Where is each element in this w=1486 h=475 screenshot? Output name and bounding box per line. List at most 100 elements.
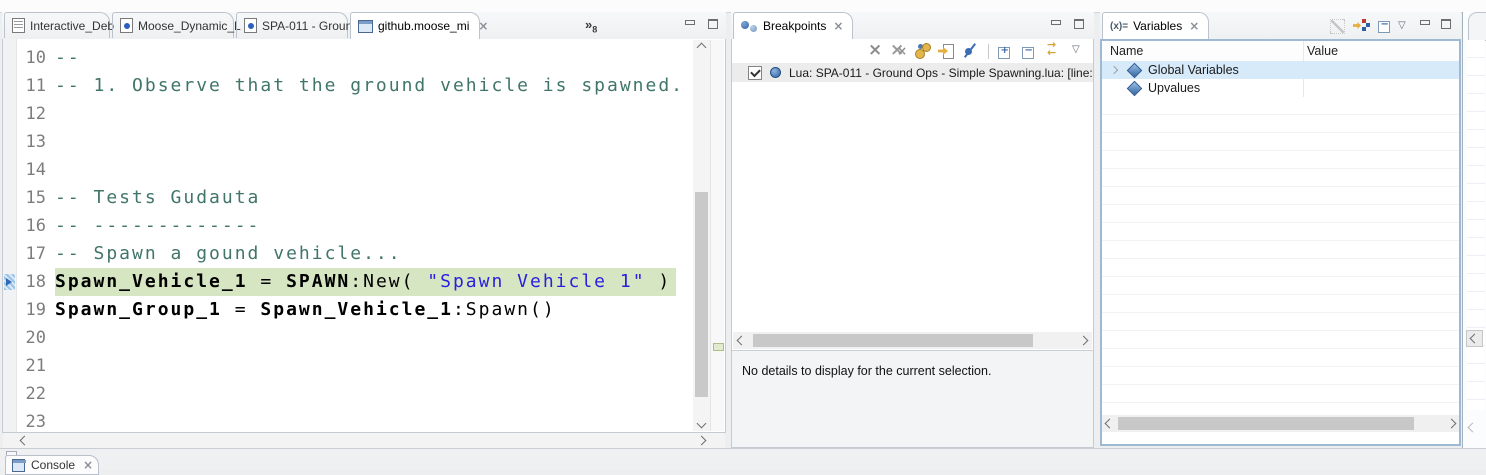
- tab-label: github.moose_mi: [378, 19, 469, 33]
- code-segment: Spawn_Vehicle_1: [260, 299, 453, 320]
- code-line-18[interactable]: Spawn_Vehicle_1 = SPAWN:New( "Spawn Vehi…: [55, 268, 693, 296]
- variables-toolbar: [1330, 17, 1395, 33]
- minimize-icon[interactable]: [1050, 19, 1061, 29]
- scroll-right-icon[interactable]: [694, 433, 709, 448]
- variable-name: Global Variables: [1148, 63, 1239, 77]
- code-line-17[interactable]: -- Spawn a gound vehicle...: [55, 240, 693, 268]
- close-icon[interactable]: ×: [83, 458, 93, 472]
- line-number: 12: [16, 100, 52, 128]
- code-line-13[interactable]: [55, 128, 693, 156]
- console-tab-icon: [12, 18, 25, 33]
- show-logical-icon[interactable]: [1353, 17, 1370, 33]
- tab-overflow-chevron[interactable]: »8: [585, 17, 597, 35]
- scroll-right-icon[interactable]: [1444, 415, 1459, 432]
- tab-label: Moose_Dynamic_L: [138, 19, 241, 33]
- variable-row-Global Variables[interactable]: Global Variables: [1102, 61, 1459, 79]
- expand-all-icon[interactable]: [998, 43, 1015, 59]
- editor-tab-github.moose_mi[interactable]: github.moose_mi×: [350, 12, 480, 39]
- line-number: 22: [16, 380, 52, 408]
- editor-tabbar: Interactive_DebMoose_Dynamic_LSPA-011 - …: [2, 12, 726, 40]
- code-line-15[interactable]: -- Tests Gudauta: [55, 184, 693, 212]
- bottom-trim: Console ×: [0, 448, 1486, 469]
- code-line-22[interactable]: [55, 380, 693, 408]
- code-line-19[interactable]: Spawn_Group_1 = Spawn_Vehicle_1:Spawn(): [55, 296, 693, 324]
- line-number: 16: [16, 212, 52, 240]
- scrollbar-thumb[interactable]: [753, 334, 1033, 347]
- breakpoints-horizontal-scrollbar[interactable]: [733, 332, 1092, 349]
- variable-row-Upvalues[interactable]: Upvalues: [1102, 79, 1459, 97]
- code-segment: -- Tests Gudauta: [55, 187, 260, 208]
- scroll-left-icon[interactable]: [1466, 330, 1483, 347]
- breakpoint-row[interactable]: Lua: SPA-011 - Ground Ops - Simple Spawn…: [732, 63, 1093, 82]
- show-supported-icon[interactable]: [914, 43, 931, 59]
- scroll-down-icon[interactable]: [693, 416, 710, 431]
- scrollbar-thumb[interactable]: [695, 192, 708, 397]
- skip-all-icon[interactable]: [962, 43, 979, 59]
- collapse-all-icon[interactable]: [1022, 43, 1039, 59]
- current-instruction-pointer-icon: [4, 274, 15, 290]
- code-segment: -- 1. Observe that the ground vehicle is…: [55, 75, 684, 96]
- code-line-12[interactable]: [55, 100, 693, 128]
- code-editor[interactable]: 1011121314151617181920212223 ---- 1. Obs…: [2, 39, 726, 433]
- code-text-area[interactable]: -- -- 1. Observe that the ground vehicle …: [55, 39, 693, 436]
- scroll-left-icon[interactable]: [1102, 415, 1117, 432]
- code-line-20[interactable]: [55, 324, 693, 352]
- editor-horizontal-scrollbar[interactable]: [3, 433, 725, 448]
- code-line-11[interactable]: -- 1. Observe that the ground vehicle is…: [55, 72, 693, 100]
- code-line-23[interactable]: [55, 408, 693, 436]
- tab-breakpoints[interactable]: Breakpoints ×: [733, 12, 853, 39]
- editor-tab-SPA-011 - Groun[interactable]: SPA-011 - Groun: [236, 12, 348, 38]
- scroll-left-icon[interactable]: [17, 433, 32, 448]
- maximize-icon[interactable]: [707, 19, 718, 29]
- editor-vertical-scrollbar[interactable]: [693, 40, 710, 431]
- goto-file-icon[interactable]: [938, 43, 955, 59]
- breakpoint-enabled-checkbox[interactable]: [748, 66, 762, 80]
- tab-console[interactable]: Console ×: [5, 455, 99, 475]
- annotation-marker[interactable]: [713, 343, 724, 351]
- column-header-value[interactable]: Value: [1307, 44, 1338, 58]
- line-number: 19: [16, 296, 52, 324]
- scroll-up-icon[interactable]: [693, 40, 710, 55]
- editor-marker-gutter[interactable]: [3, 39, 17, 432]
- tab-variables[interactable]: (x)= Variables ×: [1102, 12, 1209, 39]
- code-line-14[interactable]: [55, 156, 693, 184]
- close-icon[interactable]: ×: [478, 19, 488, 33]
- close-icon[interactable]: ×: [1189, 19, 1199, 33]
- tab-label: SPA-011 - Groun: [262, 19, 352, 33]
- link-debug-icon[interactable]: [1046, 43, 1063, 59]
- code-segment: SPAWN: [286, 271, 350, 292]
- minimize-icon[interactable]: [1419, 19, 1430, 29]
- remove-icon[interactable]: [866, 43, 883, 59]
- expand-chevron-icon[interactable]: [1110, 66, 1118, 74]
- code-segment: =: [222, 299, 261, 320]
- overview-ruler[interactable]: [710, 40, 724, 431]
- view-menu-icon[interactable]: [1070, 43, 1087, 59]
- scrollbar-thumb[interactable]: [1118, 417, 1414, 430]
- breakpoints-toolbar: [732, 39, 1087, 63]
- maximize-icon[interactable]: [1073, 19, 1084, 29]
- breakpoints-list[interactable]: Lua: SPA-011 - Ground Ops - Simple Spawn…: [732, 63, 1093, 332]
- code-line-10[interactable]: --: [55, 44, 693, 72]
- variables-horizontal-scrollbar[interactable]: [1102, 415, 1459, 432]
- remove-all-icon[interactable]: [890, 43, 907, 59]
- console-icon: [12, 459, 25, 472]
- table-header: Name Value: [1102, 41, 1459, 62]
- close-icon[interactable]: ×: [833, 19, 843, 33]
- line-number: 10: [16, 44, 52, 72]
- code-line-16[interactable]: -- -------------: [55, 212, 693, 240]
- scroll-left-icon[interactable]: [1469, 418, 1476, 436]
- minimize-icon[interactable]: [684, 19, 695, 29]
- maximize-icon[interactable]: [1440, 19, 1451, 29]
- collapse-all-icon[interactable]: [1378, 17, 1395, 33]
- scroll-left-icon[interactable]: [733, 333, 750, 348]
- line-number: 13: [16, 128, 52, 156]
- show-type-names-icon[interactable]: [1330, 19, 1345, 34]
- breakpoints-tabbar: Breakpoints ×: [731, 12, 1094, 40]
- code-line-21[interactable]: [55, 352, 693, 380]
- code-segment: Spawn_Group_1: [55, 299, 222, 320]
- column-header-name[interactable]: Name: [1110, 44, 1143, 58]
- view-menu-icon[interactable]: [1396, 19, 1409, 35]
- editor-tab-Interactive_Deb[interactable]: Interactive_Deb: [4, 12, 110, 38]
- editor-tab-Moose_Dynamic_L[interactable]: Moose_Dynamic_L: [112, 12, 234, 38]
- scroll-right-icon[interactable]: [1075, 333, 1092, 348]
